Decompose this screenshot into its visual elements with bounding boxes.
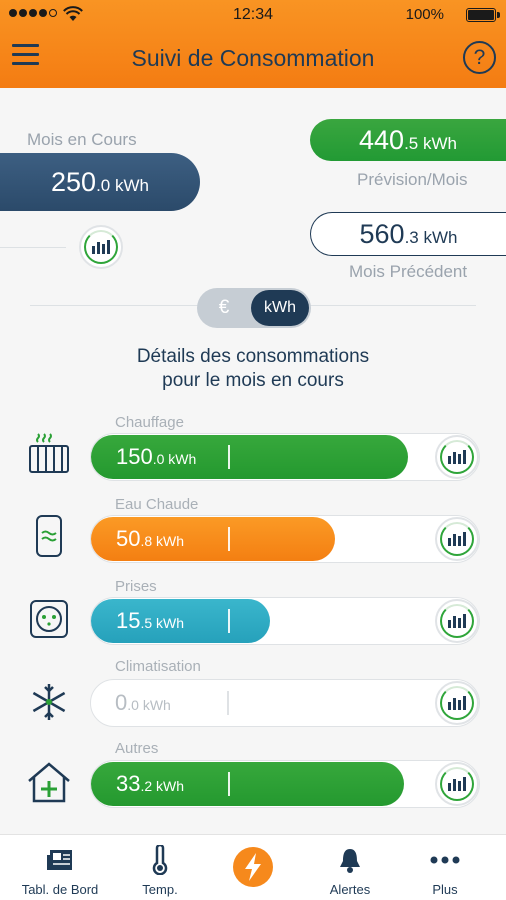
app-header: 12:34 100% Suivi de Consommation ? [0,0,506,88]
category-label: Autres [115,740,159,757]
prises-bar: 15.5 kWh [91,599,270,643]
snowflake-icon [32,684,66,720]
nav-temperature[interactable]: Temp. [115,835,205,900]
climatisation-chart-button[interactable] [435,681,479,725]
water-heater-icon [36,515,62,557]
bell-icon [340,849,360,873]
current-month-value: 250.0 kWh [0,153,200,211]
prises-chart-button[interactable] [435,599,479,643]
chauffage-chart-button[interactable] [435,435,479,479]
autres-bar: 33.2 kWh [91,762,404,806]
status-bar: 12:34 100% [0,0,506,30]
newspaper-icon [47,850,72,870]
more-dots-icon [430,856,460,864]
divider [0,247,66,248]
forecast-value: 440.5 kWh [310,119,506,161]
autres-chart-button[interactable] [435,762,479,806]
forecast-label: Prévision/Mois [357,170,468,189]
unit-toggle[interactable]: € kWh [197,288,311,328]
bar-chart-icon [440,604,474,638]
battery-percentage: 100% [405,6,444,23]
bar-chart-icon [84,230,118,264]
nav-consumption[interactable] [205,835,300,900]
eau-chaude-chart-button[interactable] [435,517,479,561]
unit-euro-option[interactable]: € [197,288,251,328]
current-month-label: Mois en Cours [27,130,137,149]
bar-chart-icon [440,440,474,474]
category-label: Climatisation [115,658,201,675]
bar-chart-icon [440,686,474,720]
nav-dashboard[interactable]: Tabl. de Bord [5,835,115,900]
eau-chaude-bar: 50.8 kWh [91,517,335,561]
battery-icon [466,8,500,22]
previous-month-value: 560.3 kWh [310,212,506,256]
nav-more[interactable]: Plus [400,835,490,900]
category-label: Chauffage [115,414,184,431]
current-month-chart-button[interactable] [79,225,123,269]
climatisation-value: 0.0 kWh [115,690,171,715]
bar-chart-icon [440,767,474,801]
bottom-navigation: Tabl. de Bord Temp. Alertes Plus [0,834,506,900]
house-plus-icon [28,762,70,803]
previous-month-label: Mois Précédent [349,262,468,281]
category-label: Prises [115,578,157,595]
radiator-icon [29,433,69,473]
page-title: Suivi de Consommation [131,45,375,71]
thermometer-icon [152,845,168,875]
unit-kwh-option[interactable]: kWh [251,290,309,326]
help-icon[interactable]: ? [463,41,496,74]
power-socket-icon [30,600,68,638]
lightning-icon [232,847,273,887]
nav-alerts[interactable]: Alertes [300,835,400,900]
details-title: Détails des consommations pour le mois e… [136,346,370,391]
category-label: Eau Chaude [115,496,199,513]
bar-chart-icon [440,522,474,556]
chauffage-bar: 150.0 kWh [91,435,408,479]
